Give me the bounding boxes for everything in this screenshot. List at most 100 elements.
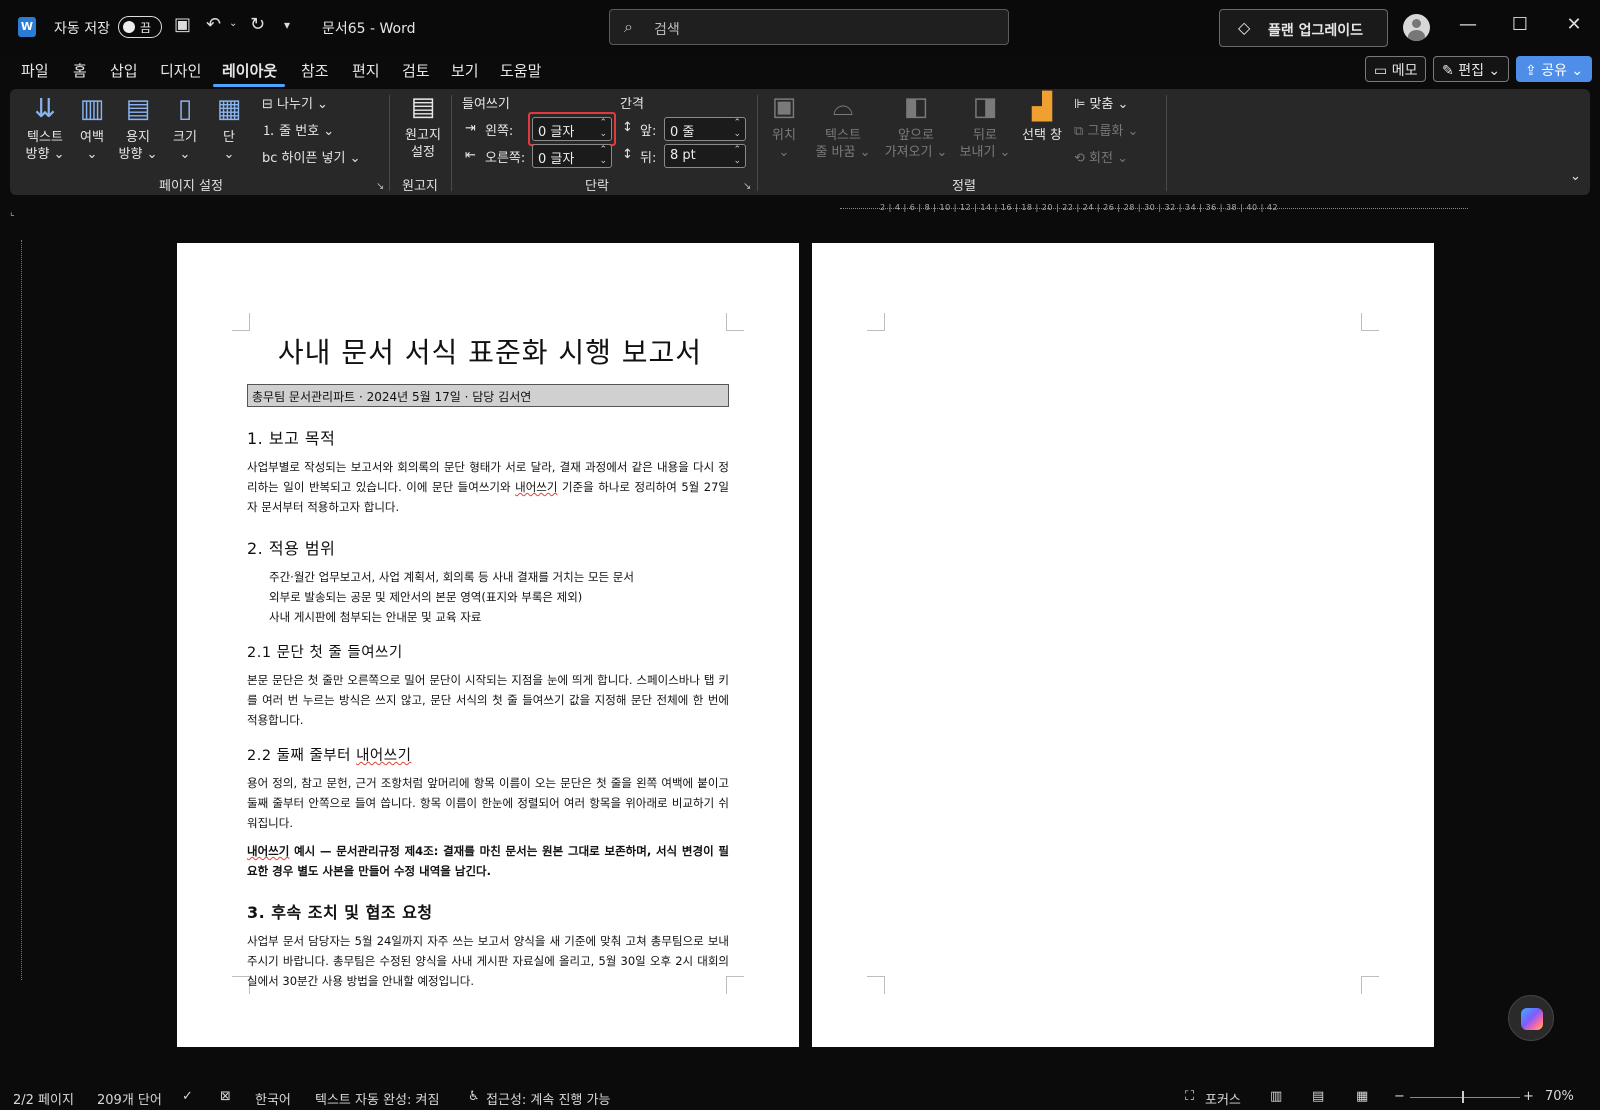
columns-button[interactable]: ▦ 단 ⌄ xyxy=(214,93,244,163)
zoom-slider-thumb[interactable] xyxy=(1462,1091,1464,1103)
crop-mark xyxy=(1361,976,1379,994)
wrap-text-label: 텍스트 xyxy=(825,128,861,143)
web-layout-icon[interactable]: ▦ xyxy=(1356,1089,1368,1104)
share-label: 공유 xyxy=(1541,63,1567,79)
page-count[interactable]: 2/2 페이지 xyxy=(13,1089,74,1108)
accessibility-status[interactable]: 접근성: 계속 진행 가능 xyxy=(486,1089,610,1108)
spinner-arrows-icon[interactable]: ⌃ ⌄ xyxy=(733,118,741,140)
vertical-ruler[interactable] xyxy=(10,240,22,980)
spinner-arrows-icon[interactable]: ⌃ ⌄ xyxy=(733,145,741,167)
bring-forward-sublabel: 가져오기 ⌄ xyxy=(884,145,948,160)
page-2[interactable] xyxy=(812,243,1434,1047)
paragraph-launcher-icon[interactable]: ↘ xyxy=(743,181,751,192)
tab-review[interactable]: 검토 xyxy=(402,60,430,81)
size-button[interactable]: ▯ 크기 ⌄ xyxy=(167,93,203,163)
memo-button[interactable]: ▭ 메모 xyxy=(1365,56,1427,82)
tab-file[interactable]: 파일 xyxy=(21,60,49,81)
section-3-paragraph: 사업부 문서 담당자는 5월 24일까지 자주 쓰는 보고서 양식을 새 기준에… xyxy=(247,934,729,988)
tab-design[interactable]: 디자인 xyxy=(160,60,201,81)
save-icon[interactable]: ▣ xyxy=(174,14,191,35)
close-icon[interactable]: ✕ xyxy=(1559,14,1589,35)
position-sublabel: ⌄ xyxy=(778,145,790,160)
redo-icon[interactable]: ↻ xyxy=(250,14,265,35)
spacing-before-input[interactable]: 0 줄 ⌃ ⌄ xyxy=(664,117,746,141)
focus-mode[interactable]: 포커스 xyxy=(1205,1089,1241,1108)
position-icon: ▣ xyxy=(771,92,797,122)
spelling-flagged-word[interactable]: 내어쓰기 xyxy=(515,480,557,494)
tab-mailings[interactable]: 편지 xyxy=(352,60,380,81)
tab-view[interactable]: 보기 xyxy=(451,60,479,81)
hyphenation-button[interactable]: bc 하이픈 넣기 ⌄ xyxy=(262,147,361,166)
minimize-icon[interactable]: — xyxy=(1453,14,1483,35)
section-1-heading: 1. 보고 목적 xyxy=(247,429,336,448)
tab-insert[interactable]: 삽입 xyxy=(110,60,138,81)
text-direction-button[interactable]: ⇊ 텍스트 방향 ⌄ xyxy=(20,93,70,163)
spelling-flagged-word[interactable]: 내어쓰기 xyxy=(247,844,289,858)
zoom-in-icon[interactable]: + xyxy=(1523,1089,1534,1104)
align-button[interactable]: ⊫ 맞춤 ⌄ xyxy=(1074,93,1128,112)
line-numbers-button[interactable]: ⒈ 줄 번호 ⌄ xyxy=(262,120,334,139)
autosave-toggle[interactable]: 끔 xyxy=(118,16,162,38)
track-changes-icon[interactable]: ⊠ xyxy=(220,1089,231,1104)
manuscript-settings-button[interactable]: ▤ 원고지 설정 xyxy=(398,91,448,161)
avatar[interactable] xyxy=(1403,14,1430,41)
send-backward-button[interactable]: ◨ 뒤로 보내기 ⌄ xyxy=(955,91,1015,161)
page-setup-launcher-icon[interactable]: ↘ xyxy=(376,181,384,192)
autosave-label: 자동 저장 xyxy=(54,21,110,37)
text-predictions[interactable]: 텍스트 자동 완성: 켜짐 xyxy=(315,1089,439,1108)
orientation-button[interactable]: ▤ 용지 방향 ⌄ xyxy=(116,93,160,163)
document-body[interactable]: 사내 문서 서식 표준화 시행 보고서 총무팀 문서관리파트 · 2024년 5… xyxy=(247,331,729,991)
group-icon: ⧉ xyxy=(1074,124,1084,139)
share-button[interactable]: ⇪ 공유 ⌄ xyxy=(1516,56,1593,82)
active-tab-indicator xyxy=(213,84,285,87)
zoom-level[interactable]: 70% xyxy=(1545,1089,1574,1104)
position-button[interactable]: ▣ 위치 ⌄ xyxy=(766,91,802,161)
selection-pane-icon: ▟ xyxy=(1032,92,1052,122)
indent-right-label: 오른쪽: xyxy=(485,151,526,166)
indent-right-value: 0 글자 xyxy=(538,152,575,167)
edit-mode-button[interactable]: ✎ 편집 ⌄ xyxy=(1433,56,1510,82)
tab-selector-icon[interactable]: ⌞ xyxy=(10,207,15,218)
copilot-button[interactable] xyxy=(1508,995,1554,1041)
undo-dropdown-icon[interactable]: ⌄ xyxy=(229,18,237,29)
zoom-out-icon[interactable]: − xyxy=(1394,1089,1405,1104)
group-label-page-setup: 페이지 설정 xyxy=(159,179,223,194)
proofing-icon[interactable]: ✓ xyxy=(182,1089,193,1104)
spelling-flagged-word[interactable]: 내어쓰기 xyxy=(356,748,411,764)
document-title-heading: 사내 문서 서식 표준화 시행 보고서 xyxy=(277,336,703,369)
undo-icon[interactable]: ↶ xyxy=(206,14,221,35)
upgrade-plan-button[interactable]: ◇ 플랜 업그레이드 xyxy=(1219,9,1388,47)
margins-button[interactable]: ▥ 여백 ⌄ xyxy=(72,93,112,163)
wrap-text-button[interactable]: ⌓ 텍스트 줄 바꿈 ⌄ xyxy=(810,91,876,161)
search-box[interactable]: ⌕ 검색 xyxy=(609,9,1009,45)
language[interactable]: 한국어 xyxy=(255,1089,291,1108)
collapse-ribbon-icon[interactable]: ⌄ xyxy=(1570,169,1581,184)
margins-label: 여백 xyxy=(80,130,104,145)
bring-forward-icon: ◧ xyxy=(903,92,929,122)
margins-icon: ▥ xyxy=(79,94,105,124)
page-1[interactable]: 사내 문서 서식 표준화 시행 보고서 총무팀 문서관리파트 · 2024년 5… xyxy=(177,243,799,1047)
bring-forward-button[interactable]: ◧ 앞으로 가져오기 ⌄ xyxy=(880,91,952,161)
read-mode-icon[interactable]: ▥ xyxy=(1270,1089,1282,1104)
customize-qat-icon[interactable]: ▾ xyxy=(284,18,290,32)
columns-icon: ▦ xyxy=(216,94,242,124)
rotate-button[interactable]: ⟲ 회전 ⌄ xyxy=(1074,147,1128,166)
rotate-icon: ⟲ xyxy=(1074,151,1085,166)
zoom-slider[interactable] xyxy=(1410,1097,1520,1098)
breaks-button[interactable]: ⊟ 나누기 ⌄ xyxy=(262,93,328,112)
tab-layout[interactable]: 레이아웃 xyxy=(222,60,277,81)
indent-right-input[interactable]: 0 글자 ⌃ ⌄ xyxy=(532,144,612,168)
selection-pane-button[interactable]: ▟ 선택 창 xyxy=(1018,91,1066,144)
spinner-arrows-icon[interactable]: ⌃ ⌄ xyxy=(599,145,607,167)
group-button[interactable]: ⧉ 그룹화 ⌄ xyxy=(1074,120,1138,139)
maximize-icon[interactable]: ☐ xyxy=(1505,14,1535,35)
spacing-after-input[interactable]: 8 pt ⌃ ⌄ xyxy=(664,144,746,168)
tab-help[interactable]: 도움말 xyxy=(500,60,541,81)
horizontal-ruler[interactable] xyxy=(30,200,1600,222)
section-2-1-heading: 2.1 문단 첫 줄 들여쓰기 xyxy=(247,645,403,661)
print-layout-icon[interactable]: ▤ xyxy=(1312,1089,1324,1104)
tab-home[interactable]: 홈 xyxy=(73,60,87,81)
tab-references[interactable]: 참조 xyxy=(301,60,329,81)
word-count[interactable]: 209개 단어 xyxy=(97,1089,162,1108)
section-3-heading: 3. 후속 조치 및 협조 요청 xyxy=(247,903,433,922)
